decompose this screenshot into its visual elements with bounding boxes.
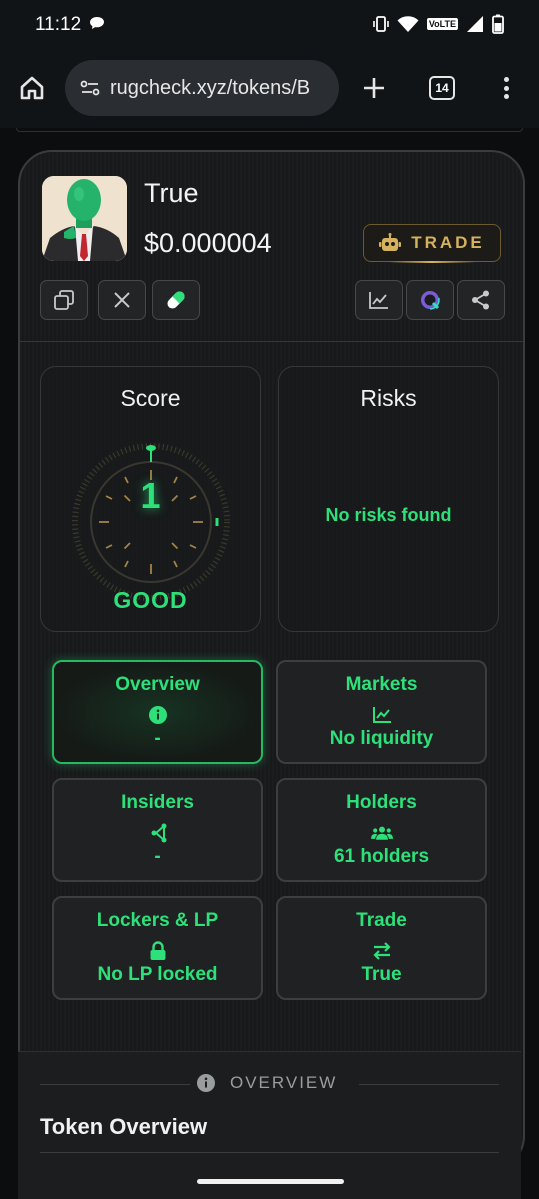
- browser-toolbar: rugcheck.xyz/tokens/B 14: [0, 50, 539, 128]
- info-icon: [197, 1074, 215, 1092]
- tile-trade[interactable]: Trade True: [276, 896, 487, 1000]
- tile-title: Holders: [346, 792, 417, 813]
- address-bar[interactable]: rugcheck.xyz/tokens/B: [65, 60, 339, 116]
- token-price: $0.000004: [144, 228, 272, 258]
- risks-panel: Risks No risks found: [278, 366, 499, 632]
- tile-title: Markets: [345, 674, 418, 695]
- wifi-icon: [397, 16, 419, 32]
- tile-title: Trade: [356, 910, 407, 931]
- score-gauge: [72, 443, 230, 601]
- url-text[interactable]: rugcheck.xyz/tokens/B: [110, 77, 310, 100]
- tile-value: 61 holders: [333, 846, 430, 867]
- tile-lockers-lp[interactable]: Lockers & LP No LP locked: [52, 896, 263, 1000]
- section-header: OVERVIEW: [196, 1073, 337, 1093]
- site-settings-icon[interactable]: [79, 77, 101, 99]
- home-icon[interactable]: [18, 74, 46, 102]
- risks-message: No risks found: [325, 505, 452, 525]
- section-label: OVERVIEW: [230, 1073, 338, 1092]
- share-button[interactable]: [457, 280, 505, 320]
- section-divider-left: [40, 1084, 190, 1085]
- status-bar: 11:12 VoLTE: [0, 0, 539, 50]
- trade-underline: [388, 261, 476, 263]
- score-rating: GOOD: [113, 587, 188, 613]
- tile-title: Insiders: [121, 792, 194, 813]
- browser-menu-icon[interactable]: [496, 74, 516, 102]
- users-icon: [370, 823, 393, 843]
- score-title: Score: [120, 385, 181, 411]
- pill-link-button[interactable]: [152, 280, 200, 320]
- tile-title: Lockers & LP: [96, 910, 219, 931]
- tile-markets[interactable]: Markets No liquidity: [276, 660, 487, 764]
- x-twitter-button[interactable]: [98, 280, 146, 320]
- copy-icon: [54, 290, 74, 310]
- info-icon: [147, 705, 169, 725]
- trade-bot-button[interactable]: TRADE: [363, 224, 501, 263]
- chat-notification-icon: [90, 17, 104, 29]
- tile-insiders[interactable]: Insiders -: [52, 778, 263, 882]
- section-divider-right: [359, 1084, 499, 1085]
- risks-title: Risks: [360, 385, 417, 411]
- tile-holders[interactable]: Holders 61 holders: [276, 778, 487, 882]
- token-logo-image: [42, 176, 127, 261]
- vibrate-icon: [373, 16, 389, 32]
- explorer-link-button[interactable]: [406, 280, 454, 320]
- share-icon: [472, 290, 489, 310]
- token-overview-heading: Token Overview: [40, 1114, 208, 1139]
- token-name: True: [144, 178, 199, 208]
- lock-icon: [147, 941, 169, 961]
- explorer-logo-icon: [420, 290, 440, 310]
- chart-line-icon: [371, 705, 393, 725]
- volte-badge: VoLTE: [426, 18, 458, 30]
- x-logo-icon: [114, 292, 130, 308]
- network-icon: [147, 823, 169, 843]
- pill-icon: [167, 291, 185, 309]
- signal-icon: [467, 16, 483, 32]
- status-time: 11:12: [35, 14, 82, 35]
- tile-value: No LP locked: [97, 964, 218, 985]
- swap-arrows-icon: [371, 941, 393, 961]
- tile-value: True: [361, 964, 402, 985]
- battery-icon: [492, 14, 504, 34]
- score-panel: Score 1 GOOD: [40, 366, 261, 632]
- tile-title: Overview: [115, 674, 200, 695]
- robot-icon: [379, 233, 402, 251]
- tile-value: -: [154, 846, 161, 867]
- overview-section: OVERVIEW Token Overview: [18, 1051, 521, 1199]
- tile-value: -: [154, 728, 161, 749]
- chart-icon: [369, 292, 388, 309]
- gesture-nav-bar[interactable]: [197, 1179, 344, 1184]
- token-avatar: [42, 176, 127, 261]
- score-value: 1: [140, 475, 161, 516]
- chart-link-button[interactable]: [355, 280, 403, 320]
- status-icons: VoLTE: [373, 12, 504, 36]
- header-divider: [20, 341, 523, 342]
- tab-switcher-button[interactable]: 14: [429, 76, 455, 100]
- section-bottom-divider: [40, 1152, 499, 1153]
- tile-overview[interactable]: Overview -: [52, 660, 263, 764]
- tile-value: No liquidity: [329, 728, 434, 749]
- token-card: True $0.000004 TRADE Score 1 GOOD Risks …: [18, 150, 525, 1170]
- top-strip: [16, 128, 523, 132]
- trade-button-label[interactable]: TRADE: [411, 233, 485, 253]
- page-content: True $0.000004 TRADE Score 1 GOOD Risks …: [0, 128, 539, 1199]
- copy-address-button[interactable]: [40, 280, 88, 320]
- new-tab-icon[interactable]: [360, 74, 388, 102]
